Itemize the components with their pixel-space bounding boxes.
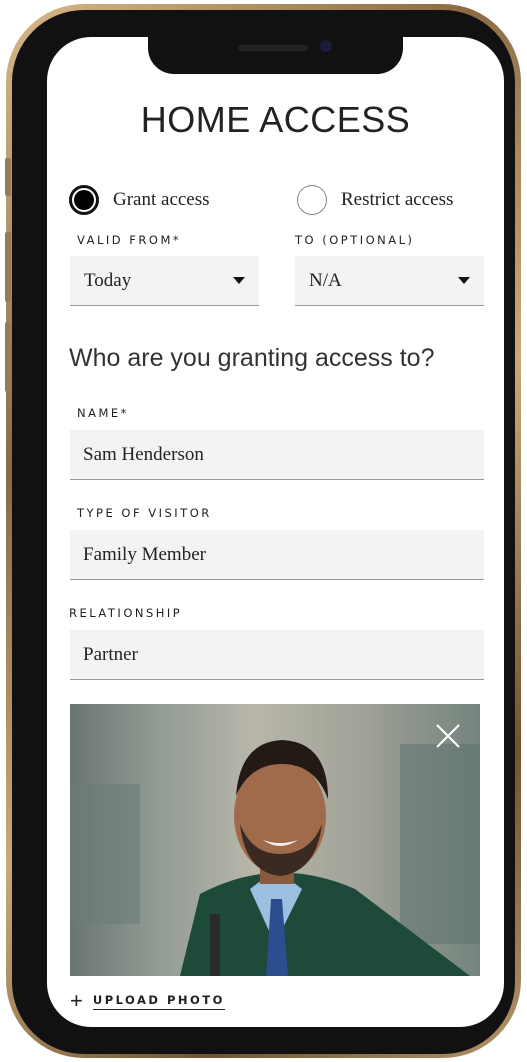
section-question: Who are you granting access to?	[69, 344, 435, 372]
chevron-down-icon	[233, 277, 245, 284]
relationship-label: RELATIONSHIP	[69, 606, 183, 620]
grant-access-label: Grant access	[113, 189, 210, 210]
plus-icon: +	[70, 988, 83, 1013]
name-field[interactable]: Sam Henderson	[70, 430, 484, 480]
name-value: Sam Henderson	[83, 443, 204, 465]
page-title: HOME ACCESS	[140, 99, 411, 140]
grant-access-radio[interactable]	[69, 185, 99, 215]
visitor-type-field[interactable]: Family Member	[70, 530, 484, 580]
valid-to-value: N/A	[309, 269, 342, 291]
valid-from-label: VALID FROM*	[77, 233, 182, 247]
upload-photo-link[interactable]: + UPLOAD PHOTO	[70, 990, 225, 1012]
restrict-access-radio[interactable]	[297, 185, 327, 215]
visitor-type-value: Family Member	[83, 543, 206, 565]
relationship-value: Partner	[83, 643, 138, 665]
front-camera	[320, 40, 332, 52]
side-button-silent	[5, 158, 11, 196]
phone-notch	[148, 37, 403, 74]
speaker-grille	[238, 45, 308, 51]
visitor-type-label: TYPE OF VISITOR	[77, 506, 212, 520]
close-icon[interactable]	[434, 722, 462, 750]
valid-from-select[interactable]: Today	[70, 256, 259, 306]
valid-from-value: Today	[84, 269, 132, 291]
restrict-access-label: Restrict access	[341, 189, 454, 210]
side-button-volume-up	[5, 232, 11, 302]
visitor-photo-illustration	[70, 704, 480, 976]
relationship-field[interactable]: Partner	[70, 630, 484, 680]
chevron-down-icon	[458, 277, 470, 284]
restrict-access-option[interactable]: Restrict access	[297, 185, 453, 215]
grant-access-option[interactable]: Grant access	[69, 185, 210, 215]
name-label: NAME*	[77, 406, 129, 420]
visitor-photo	[70, 704, 480, 976]
valid-to-select[interactable]: N/A	[295, 256, 484, 306]
side-button-volume-down	[5, 322, 11, 392]
upload-photo-label: UPLOAD PHOTO	[92, 993, 225, 1010]
phone-screen: HOME ACCESS Grant access Restrict access…	[47, 37, 504, 1027]
home-access-screen: HOME ACCESS Grant access Restrict access…	[47, 37, 504, 1027]
valid-to-label: TO (OPTIONAL)	[295, 233, 415, 247]
